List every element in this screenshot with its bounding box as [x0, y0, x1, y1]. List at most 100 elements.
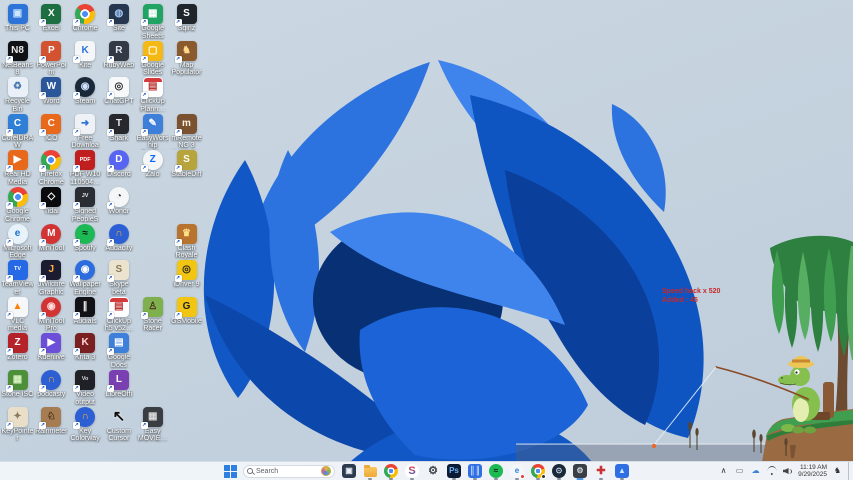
desktop-icon-chrome[interactable]: ↗Chrome — [69, 4, 102, 33]
desktop-icon-signed-peoples[interactable]: JV↗Signed PeopleS… — [69, 187, 102, 223]
libreoffi-icon: L↗ — [109, 370, 129, 390]
desktop-icon-video-output[interactable]: Vo↗Video output — [69, 370, 102, 406]
taskbar-left-group: Search ▣ S ⚙ Ps ║║ ≈ e ⊙ ⚙ ✚ ▲ — [224, 462, 630, 480]
podcasty-icon: ∩↗ — [41, 370, 61, 390]
desktop-icon-steam[interactable]: ◉↗Steam — [69, 77, 102, 106]
desktop-icon-google-sheets[interactable]: ▦↗Google Sheets — [136, 4, 169, 40]
taskbar-file-explorer-button[interactable] — [362, 462, 378, 480]
desktop-icon-zotero[interactable]: Z↗Zotero — [1, 333, 34, 362]
desktop-icon-real-hd-media[interactable]: ▶↗Real HD Media — [1, 150, 34, 186]
desktop-icon-stone-iso[interactable]: ▦↗Stone ISO — [1, 370, 34, 399]
desktop-icon-free-downloa[interactable]: ➜↗Free Downloa… — [69, 114, 102, 150]
tray-chevron-icon[interactable]: ∧ — [718, 464, 729, 478]
desktop-icon-recycle-bin[interactable]: ♻Recycle Bin — [1, 77, 34, 113]
desktop-icon-gsmobile[interactable]: G↗GSMobile — [170, 297, 203, 326]
taskbar-notify-app-button[interactable]: e — [509, 462, 525, 480]
taskbar-s-app-button[interactable]: S — [404, 462, 420, 480]
desktop-icon-google-docs[interactable]: ▤↗Google Docs — [102, 333, 135, 369]
desktop-icon-rainmeter[interactable]: ♘↗Rainmeter — [35, 407, 68, 436]
taskbar-game-tool-button[interactable]: ⚙ — [572, 462, 588, 480]
desktop[interactable]: Speed hack x 520 Added : 45 ▣This PCX↗Ex… — [0, 0, 853, 480]
desktop-icon-clickup-plann[interactable]: ▤↗ClickUp Plann… — [136, 77, 169, 113]
show-desktop-button[interactable] — [848, 462, 851, 480]
volume-icon[interactable] — [782, 464, 793, 478]
desktop-icon-label: GSMobile — [170, 318, 203, 326]
desktop-icon-kite[interactable]: K↗Kite — [69, 41, 102, 70]
desktop-icon-spotify[interactable]: ≈↗Spotify — [69, 224, 102, 253]
clock[interactable]: 11:19 AM 9/29/2025 — [798, 464, 827, 479]
search-input[interactable]: Search — [243, 465, 335, 478]
desktop-icon-wallpaper-engine[interactable]: ◉↗Wallpaper Engine — [69, 260, 102, 296]
desktop-icon-rubyweb[interactable]: R↗RubyWeb — [102, 41, 135, 70]
desktop-icon-jwildfire-graphic[interactable]: J↗JWildfire Graphic — [35, 260, 68, 296]
search-daily-badge-icon[interactable] — [321, 466, 331, 476]
desktop-icon-krita-3[interactable]: K↗Krita 3 — [69, 333, 102, 362]
desktop-icon-stone-racer[interactable]: ♙↗Stone Racer — [136, 297, 169, 333]
desktop-icon-teamviewer[interactable]: TV↗TeamViewer — [1, 260, 34, 296]
desktop-icon-audials[interactable]: ∥↗Audials — [69, 297, 102, 326]
desktop-icon-pdf-w10-110504[interactable]: PDF↗PDF W10 110504… — [69, 150, 102, 186]
desktop-icon-word[interactable]: W↗Word — [35, 77, 68, 106]
desktop-icon-wondr[interactable]: ◔↗Wondr — [102, 187, 135, 216]
taskbar-chrome-button[interactable] — [383, 462, 399, 480]
desktop-icon-libreoffi[interactable]: L↗LibreOffi — [102, 370, 135, 399]
taskbar-chrome-profile-button[interactable] — [530, 462, 546, 480]
desktop-icon-clickup-h5-v52[interactable]: ▤↗ClickUp h5 v52… — [102, 297, 135, 333]
start-button[interactable] — [224, 465, 237, 478]
desktop-icon-google-slides[interactable]: ▢↗Google Slides — [136, 41, 169, 77]
desktop-icon-powerpoint[interactable]: P↗PowerPoint — [35, 41, 68, 77]
desktop-icon-label: ClickUp Plann… — [136, 98, 169, 113]
desktop-icon-chatgpt[interactable]: ◎↗ChatGPT — [102, 77, 135, 106]
desktop-icon-map-populator[interactable]: ♞↗Map Populator… — [170, 41, 203, 77]
desktop-icon-minitool-pro[interactable]: ◉↗MiniTool Pro — [35, 297, 68, 333]
taskbar-photoshop-button[interactable]: Ps — [446, 462, 462, 480]
pet-tray-icon[interactable]: ♞ — [832, 464, 843, 478]
desktop-icon-stablediff[interactable]: S↗StableDiff — [170, 150, 203, 179]
desktop-icon-key-colorway[interactable]: ∩↗Key Colorway — [69, 407, 102, 443]
desktop-icon-site[interactable]: ◍↗Site — [102, 4, 135, 33]
desktop-icon-easy-movie[interactable]: ▦↗Easy MOVIE… — [136, 407, 169, 443]
taskbar-health-app-button[interactable]: ✚ — [593, 462, 609, 480]
desktop-icon-vlc-media-player[interactable]: ▲↗VLC media player — [1, 297, 34, 333]
taskbar-spotify-button[interactable]: ≈ — [488, 462, 504, 480]
desktop-icon-discord[interactable]: D↗Discord — [102, 150, 135, 179]
audials-icon: ∥↗ — [75, 297, 95, 317]
taskbar-settings-button[interactable]: ⚙ — [425, 462, 441, 480]
desktop-icon-firefox-chrome[interactable]: ↗Firefox Chrome — [35, 150, 68, 186]
desktop-icon-custom-cursor[interactable]: ↖Custom Cursor — [102, 407, 135, 443]
desktop-icon-audacity[interactable]: ∩↗Audacity — [102, 224, 135, 253]
desktop-icon-podcasty[interactable]: ∩↗podcasty — [35, 370, 68, 399]
desktop-icon-google-chrome[interactable]: ↗Google Chrome — [1, 187, 34, 223]
desktop-icon-minitool[interactable]: M↗MiniTool — [35, 224, 68, 253]
desktop-icon-tidal[interactable]: ◇↗Tidal — [35, 187, 68, 216]
desktop-icon-keypointer[interactable]: ✦↗KeyPointer — [1, 407, 34, 443]
desktop-icon-shark[interactable]: T↗Shark — [102, 114, 135, 143]
desktop-icon-this-pc[interactable]: ▣This PC — [1, 4, 34, 33]
desktop-icon-sqirlz[interactable]: S↗Sqirlz — [170, 4, 203, 33]
excel-icon: X↗ — [41, 4, 61, 24]
desktop-icon-easyworship-display-tool[interactable]: ✎↗EasyWorship Display Tool — [136, 114, 169, 150]
desktop-icon-excel[interactable]: X↗Excel — [35, 4, 68, 33]
desktop-icon-mremoteng-3-freeware[interactable]: m↗mRemoteNG 3 freeware… — [170, 114, 203, 150]
desktop-icon-netbeans-8[interactable]: N8↗NetBeans 8 — [1, 41, 34, 77]
stone-iso-icon: ▦↗ — [8, 370, 28, 390]
desktop-icon-ico[interactable]: C↗ICO — [35, 114, 68, 143]
desktop-icon-coreldraw[interactable]: C↗CorelDRAW — [1, 114, 34, 150]
desktop-icon-label: EasyWorship Display Tool — [136, 135, 169, 150]
taskbar-pause-app-button[interactable]: ║║ — [467, 462, 483, 480]
taskbar-photos-button[interactable]: ▲ — [614, 462, 630, 480]
cloud-icon[interactable]: ☁ — [750, 464, 761, 478]
desktop-icon-zalo[interactable]: Z↗Zalo — [136, 150, 169, 179]
wifi-icon[interactable] — [766, 464, 777, 478]
shortcut-arrow-icon: ↗ — [175, 165, 182, 172]
desktop-icon-microsoft-edge[interactable]: e↗Microsoft Edge — [1, 224, 34, 260]
wifi-icon — [766, 467, 777, 476]
taskbar-task-view-button[interactable]: ▣ — [341, 462, 357, 480]
desktop-icon-idriver-9[interactable]: ◎↗iDriver 9 — [170, 260, 203, 289]
taskbar-steam-button[interactable]: ⊙ — [551, 462, 567, 480]
shortcut-arrow-icon: ↗ — [73, 129, 80, 136]
desktop-icon-kdenlive[interactable]: ▶↗Kdenlive — [35, 333, 68, 362]
desktop-icon-skype-beta[interactable]: S↗Skype beta — [102, 260, 135, 296]
cast-icon[interactable]: ▭ — [734, 464, 745, 478]
desktop-icon-clash-royale[interactable]: ♛↗Clash Royale — [170, 224, 203, 260]
